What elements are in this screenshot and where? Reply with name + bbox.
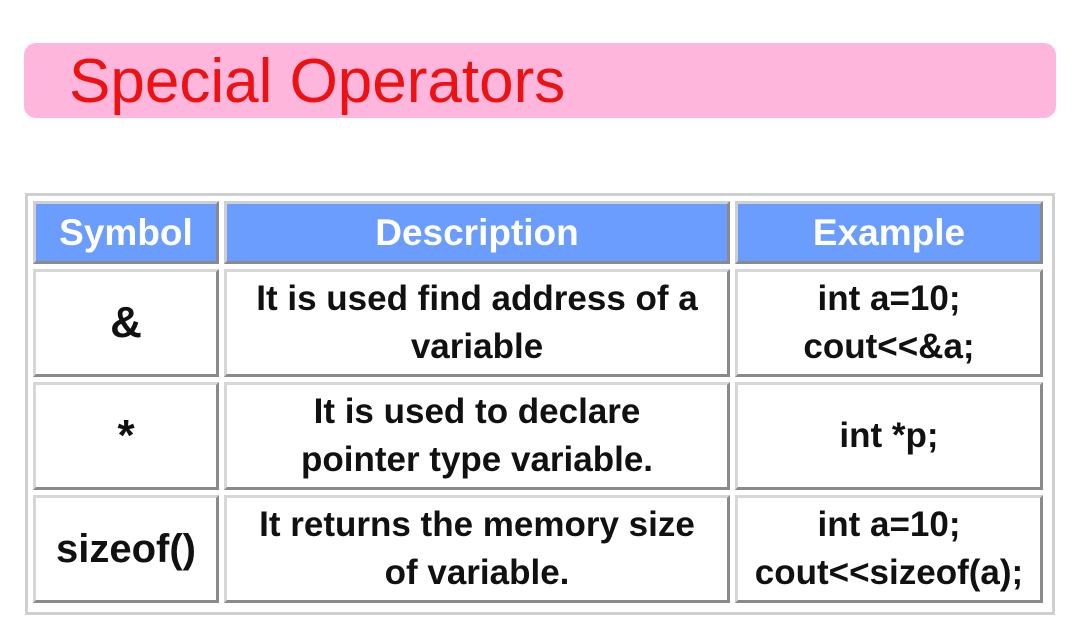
description-cell: It is used to declare pointer type varia… [224,382,730,490]
description-line: It is used find address of a [256,279,698,318]
example-line: cout<<sizeof(a); [754,553,1024,592]
description-line: It is used to declare [313,392,641,431]
example-line: int *p; [839,416,939,455]
table-row: & It is used find address of a variable … [33,269,1043,377]
example-cell: int a=10; cout<<sizeof(a); [735,495,1043,603]
header-example: Example [735,201,1043,264]
symbol-cell: * [33,382,219,490]
description-line: variable [410,327,544,366]
description-line: of variable. [384,553,570,592]
table-row: * It is used to declare pointer type var… [33,382,1043,490]
example-cell: int *p; [735,382,1043,490]
example-line: cout<<&a; [803,327,975,366]
example-cell: int a=10; cout<<&a; [735,269,1043,377]
operators-table-frame: Symbol Description Example & It is used … [25,193,1055,615]
example-line: int a=10; [817,505,961,544]
table-header-row: Symbol Description Example [33,201,1043,264]
operators-table: Symbol Description Example & It is used … [28,196,1048,608]
description-line: It returns the memory size [259,505,695,544]
header-description: Description [224,201,730,264]
example-line: int a=10; [817,279,961,318]
page-title: Special Operators [69,46,566,116]
description-line: pointer type variable. [300,440,654,479]
symbol-cell: sizeof() [33,495,219,603]
description-cell: It is used find address of a variable [224,269,730,377]
symbol-cell: & [33,269,219,377]
title-banner: Special Operators [24,43,1056,118]
header-symbol: Symbol [33,201,219,264]
description-cell: It returns the memory size of variable. [224,495,730,603]
table-row: sizeof() It returns the memory size of v… [33,495,1043,603]
